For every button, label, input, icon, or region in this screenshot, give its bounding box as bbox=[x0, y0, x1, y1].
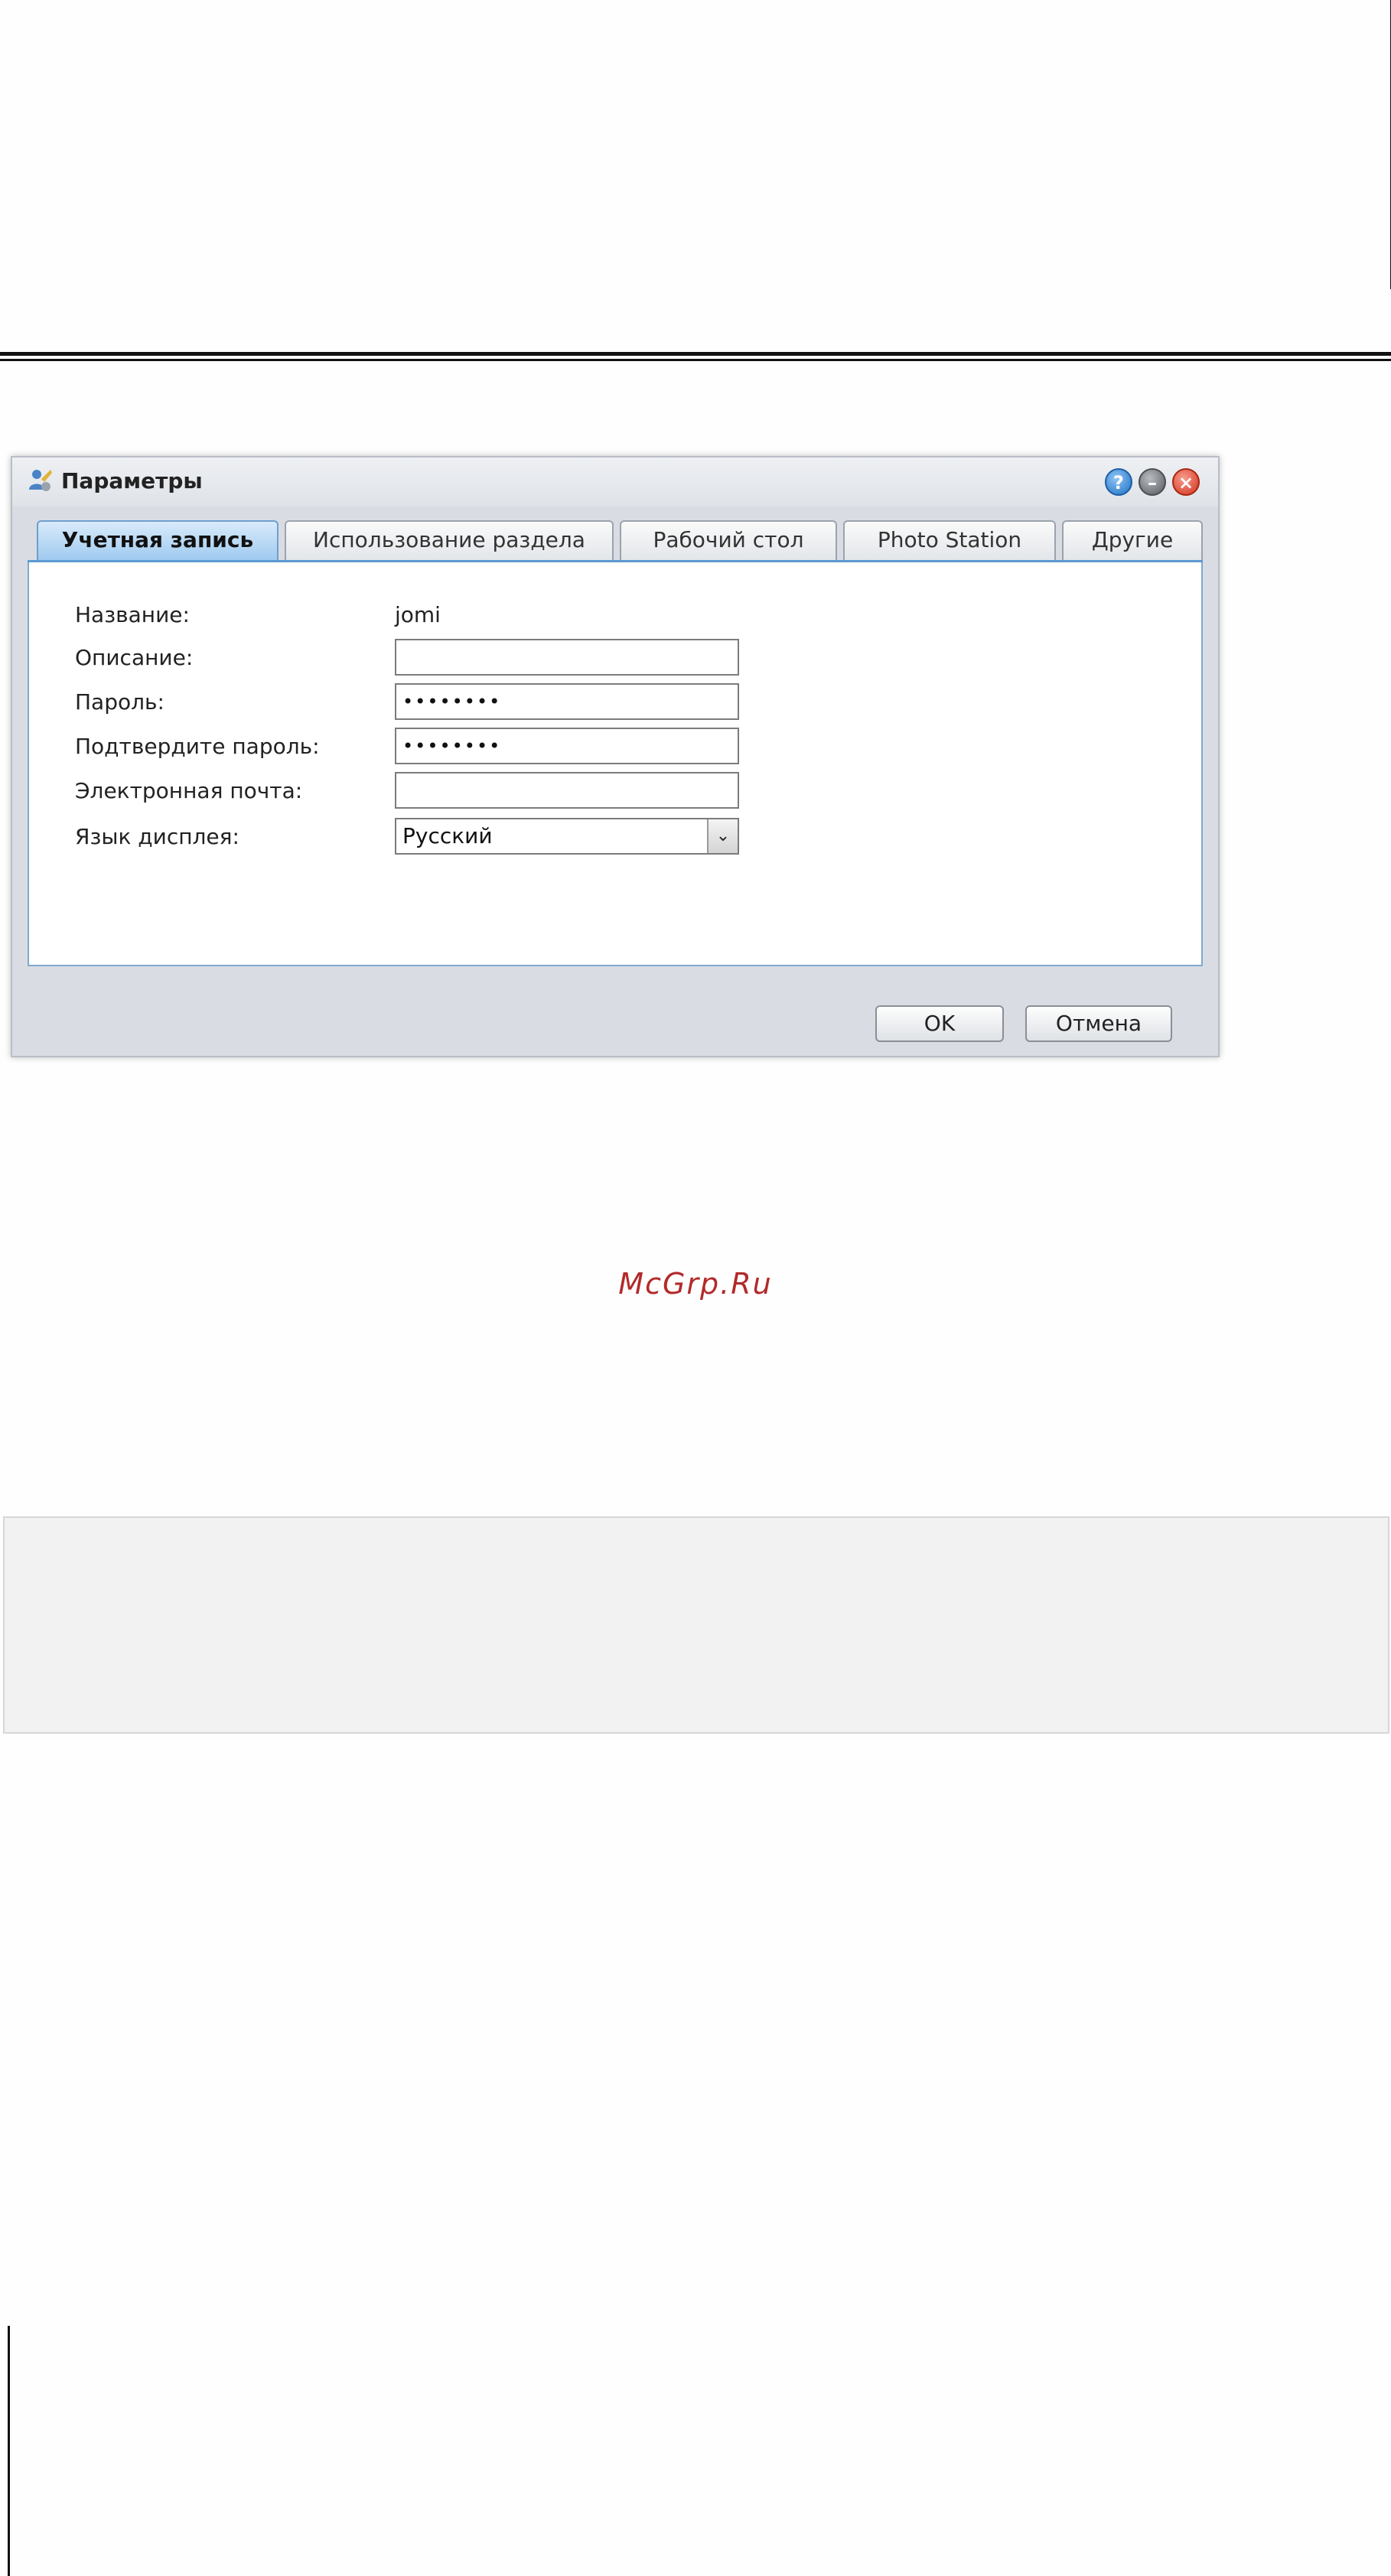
ok-button[interactable]: OK bbox=[875, 1005, 1004, 1042]
name-value: jomi bbox=[395, 602, 441, 627]
tab-other[interactable]: Другие bbox=[1062, 520, 1203, 560]
email-label: Электронная почта: bbox=[75, 778, 303, 803]
description-label: Описание: bbox=[75, 645, 194, 670]
minimize-icon[interactable]: – bbox=[1139, 468, 1166, 496]
help-icon[interactable]: ? bbox=[1105, 468, 1132, 496]
tab-photo-station[interactable]: Photo Station bbox=[843, 520, 1056, 560]
close-icon[interactable]: × bbox=[1172, 468, 1200, 496]
email-input[interactable] bbox=[395, 772, 739, 809]
language-selected-value: Русский bbox=[402, 823, 493, 848]
chevron-down-icon[interactable]: ⌄ bbox=[707, 819, 738, 853]
confirm-password-input[interactable]: •••••••• bbox=[395, 728, 739, 764]
tab-account[interactable]: Учетная запись bbox=[37, 520, 279, 560]
horizontal-rule bbox=[0, 352, 1391, 356]
window-title: Параметры bbox=[61, 468, 203, 493]
password-label: Пароль: bbox=[75, 689, 165, 715]
account-panel: Название: jomi Описание: Пароль: •••••••… bbox=[28, 562, 1203, 966]
language-select[interactable]: Русский ⌄ bbox=[395, 818, 739, 855]
left-border-line bbox=[8, 2326, 10, 2576]
description-input[interactable] bbox=[395, 639, 739, 676]
grey-note-box bbox=[3, 1516, 1389, 1734]
settings-window: Параметры ? – × Учетная запись Использов… bbox=[11, 456, 1220, 1057]
password-input[interactable]: •••••••• bbox=[395, 683, 739, 720]
tab-volume-usage[interactable]: Использование раздела bbox=[285, 520, 614, 560]
horizontal-rule-thin bbox=[0, 359, 1391, 361]
user-settings-icon bbox=[29, 470, 52, 491]
tab-desktop[interactable]: Рабочий стол bbox=[620, 520, 837, 560]
window-titlebar: Параметры ? – × bbox=[12, 458, 1218, 506]
cancel-button[interactable]: Отмена bbox=[1025, 1005, 1172, 1042]
confirm-password-label: Подтвердите пароль: bbox=[75, 734, 320, 759]
language-label: Язык дисплея: bbox=[75, 824, 239, 849]
watermark-text: McGrp.Ru bbox=[618, 1267, 773, 1301]
name-label: Название: bbox=[75, 602, 190, 627]
